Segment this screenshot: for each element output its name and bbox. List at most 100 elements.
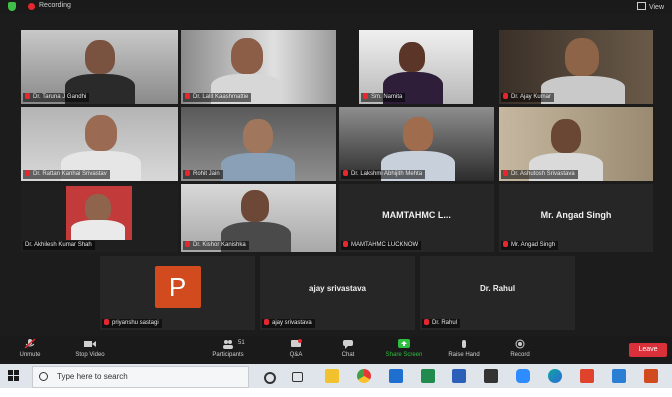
- video-camera-icon: [84, 341, 96, 347]
- share-screen-label: Share Screen: [385, 352, 423, 358]
- muted-mic-icon: [185, 170, 190, 176]
- raise-hand-label: Raise Hand: [448, 352, 480, 358]
- stop-video-label: Stop Video: [75, 352, 105, 358]
- participant-display-name: Mr. Angad Singh: [540, 209, 612, 220]
- muted-mic-icon: [185, 93, 190, 99]
- participants-button[interactable]: Participants: [198, 339, 258, 358]
- muted-mic-icon: [264, 319, 269, 325]
- windows-start-icon[interactable]: [8, 370, 19, 381]
- meeting-top-bar: Recording View: [0, 0, 672, 14]
- meeting-toolbar: Unmute Stop Video Participants 51 Q&A Ch…: [0, 336, 672, 364]
- chat-button[interactable]: Chat: [318, 339, 378, 358]
- gallery-grid: Dr. Taruna J Gandhi Dr. Lalit Kaashmatti…: [0, 14, 672, 336]
- raise-hand-button[interactable]: Raise Hand: [434, 339, 494, 358]
- muted-mic-icon: [503, 241, 508, 247]
- participant-name: Dr. Ashutosh Srivastava: [501, 170, 578, 179]
- recording-dot-icon: [28, 3, 35, 10]
- participant-tile[interactable]: Dr. Lalit Kaashmattie: [181, 30, 336, 104]
- participant-name: Dr. Rahul: [422, 319, 461, 328]
- participant-tile[interactable]: Rohit Jain: [181, 107, 336, 181]
- office-icon[interactable]: [580, 369, 594, 383]
- muted-mic-icon: [503, 170, 508, 176]
- participant-name: Rohit Jain: [183, 170, 223, 179]
- avatar: P: [154, 266, 201, 308]
- muted-mic-icon: [424, 319, 429, 325]
- participant-tile[interactable]: Dr. Ashutosh Srivastava: [499, 107, 653, 181]
- muted-mic-icon: [185, 241, 190, 247]
- store-icon[interactable]: [484, 369, 498, 383]
- edge-icon[interactable]: [548, 369, 562, 383]
- photos-icon[interactable]: [612, 369, 626, 383]
- chat-bubble-icon: [343, 340, 353, 349]
- participant-tile[interactable]: Dr. Taruna J Gandhi: [21, 30, 178, 104]
- participant-tile[interactable]: ajay srivastava ajay srivastava: [260, 256, 415, 330]
- recording-label: Recording: [39, 2, 71, 9]
- participant-tile[interactable]: Dr. Lakshmi Abhijith Mehta: [339, 107, 494, 181]
- raise-hand-icon: [462, 340, 466, 348]
- qa-icon: [291, 339, 302, 347]
- participant-tile[interactable]: Dr. Ajay Kumar: [499, 30, 653, 104]
- windows-taskbar: Type here to search: [0, 364, 672, 388]
- cortana-icon[interactable]: [264, 372, 276, 384]
- taskbar-search-box[interactable]: Type here to search: [32, 366, 249, 388]
- excel-icon[interactable]: [421, 369, 435, 383]
- participant-name: MAMTAHMC LUCKNOW: [341, 241, 422, 250]
- participant-name: Dr. Kishor Kanishka: [183, 241, 249, 250]
- share-screen-button[interactable]: Share Screen: [374, 339, 434, 358]
- participant-name: Dr. Akhilesh Kumar Shah: [23, 241, 95, 250]
- unmute-label: Unmute: [19, 352, 41, 358]
- chrome-icon[interactable]: [357, 369, 371, 383]
- outlook-icon[interactable]: [389, 369, 403, 383]
- participant-name: Mr. Angad Singh: [501, 241, 559, 250]
- leave-button[interactable]: Leave: [629, 343, 667, 357]
- record-button[interactable]: Record: [490, 339, 550, 358]
- stop-video-button[interactable]: Stop Video: [60, 339, 120, 358]
- security-shield-icon[interactable]: [8, 2, 16, 11]
- participant-name: Dr. Lalit Kaashmattie: [183, 93, 252, 102]
- participant-tile[interactable]: MAMTAHMC L... MAMTAHMC LUCKNOW: [339, 184, 494, 252]
- zoom-icon[interactable]: [516, 369, 530, 383]
- share-screen-icon: [398, 339, 410, 348]
- qa-label: Q&A: [289, 352, 303, 358]
- participant-tile[interactable]: Mr. Angad Singh Mr. Angad Singh: [499, 184, 653, 252]
- participant-tile[interactable]: P priyanshu sastagi: [100, 256, 255, 330]
- participants-icon: [223, 340, 233, 349]
- participant-tile[interactable]: Dr. Kishor Kanishka: [181, 184, 336, 252]
- qa-button[interactable]: Q&A: [266, 339, 326, 358]
- muted-mic-icon: [343, 241, 348, 247]
- muted-mic-icon: [25, 170, 30, 176]
- participant-name: Dr. Lakshmi Abhijith Mehta: [341, 170, 426, 179]
- word-icon[interactable]: [452, 369, 466, 383]
- participant-display-name: Dr. Rahul: [479, 284, 516, 294]
- participant-name: Dr. Ajay Kumar: [501, 93, 555, 102]
- participant-tile[interactable]: Dr. Rattan Kanhai Srivastav: [21, 107, 178, 181]
- participant-tile[interactable]: Sm. Namita: [359, 30, 473, 104]
- file-explorer-icon[interactable]: [325, 369, 339, 383]
- powerpoint-icon[interactable]: [644, 369, 658, 383]
- participant-tile[interactable]: Dr. Akhilesh Kumar Shah: [21, 184, 178, 252]
- muted-mic-icon: [25, 93, 30, 99]
- bottom-strip: [0, 388, 672, 397]
- participant-name: priyanshu sastagi: [102, 319, 162, 328]
- muted-mic-icon: [104, 319, 109, 325]
- search-icon: [39, 372, 48, 381]
- muted-mic-icon: [343, 170, 348, 176]
- chat-label: Chat: [341, 352, 355, 358]
- record-label: Record: [510, 352, 530, 358]
- participant-name: Sm. Namita: [361, 93, 406, 102]
- participant-name: Dr. Rattan Kanhai Srivastav: [23, 170, 110, 179]
- participant-tile[interactable]: Dr. Rahul Dr. Rahul: [420, 256, 575, 330]
- participants-count: 51: [238, 340, 245, 346]
- view-button[interactable]: View: [637, 2, 664, 11]
- participant-name: Dr. Taruna J Gandhi: [23, 93, 90, 102]
- record-icon: [515, 339, 525, 349]
- muted-mic-icon: [503, 93, 508, 99]
- participant-display-name: MAMTAHMC L...: [382, 209, 451, 220]
- participant-display-name: ajay srivastava: [309, 284, 366, 294]
- microphone-muted-icon: [24, 339, 36, 349]
- search-placeholder: Type here to search: [57, 372, 128, 381]
- unmute-button[interactable]: Unmute: [0, 339, 60, 358]
- participants-label: Participants: [212, 352, 244, 358]
- participant-name: ajay srivastava: [262, 319, 315, 328]
- task-view-icon[interactable]: [292, 372, 303, 382]
